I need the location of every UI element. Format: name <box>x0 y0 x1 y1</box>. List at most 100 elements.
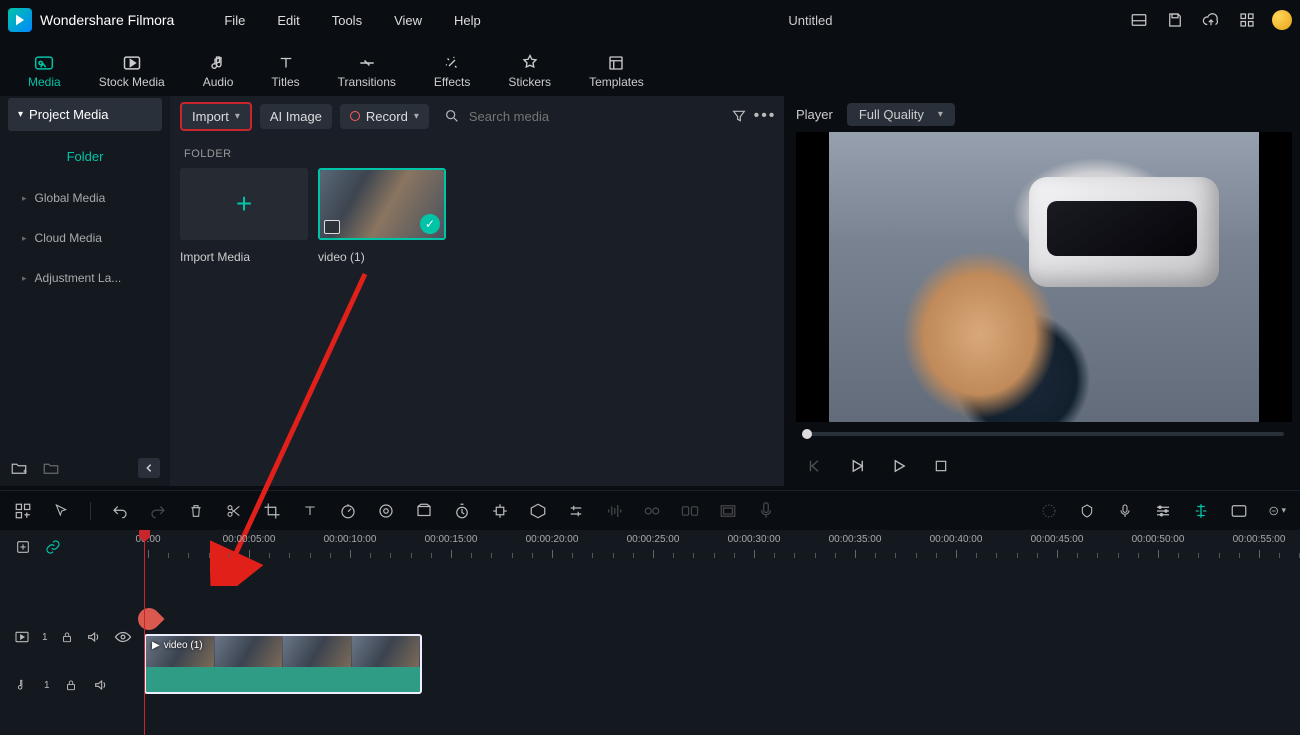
undo-icon[interactable] <box>111 502 129 520</box>
quality-label: Full Quality <box>859 107 924 122</box>
mic-icon[interactable] <box>1116 502 1134 520</box>
tab-media[interactable]: Media <box>28 48 61 89</box>
timeline-clip[interactable]: ▶video (1) <box>144 634 422 694</box>
import-media-tile[interactable]: + Import Media <box>180 168 308 264</box>
play-icon[interactable] <box>848 457 866 475</box>
menu-edit[interactable]: Edit <box>265 9 311 32</box>
ruler-label: 00:00:10:00 <box>324 534 377 545</box>
preview-panel: Player Full Quality ▾ <box>784 96 1300 486</box>
video-track-icon <box>14 628 30 646</box>
tab-audio[interactable]: Audio <box>203 48 234 89</box>
media-content: Import ▾ AI Image Record ▾ ••• FO <box>170 96 784 486</box>
tab-label: Audio <box>203 75 234 89</box>
sidebar-folder[interactable]: Folder <box>0 137 170 178</box>
mute-icon[interactable] <box>92 676 110 694</box>
tab-titles[interactable]: Titles <box>271 48 299 89</box>
sidebar-item-label: Global Media <box>35 191 106 205</box>
mixer-icon[interactable] <box>1154 502 1172 520</box>
audio-split-icon[interactable] <box>643 502 661 520</box>
crop-icon[interactable] <box>263 502 281 520</box>
media-item-video1[interactable]: ✓ video (1) <box>318 168 446 264</box>
group-icon[interactable] <box>681 502 699 520</box>
tab-label: Stock Media <box>99 75 165 89</box>
tab-stickers[interactable]: Stickers <box>508 48 551 89</box>
frame-icon[interactable] <box>1230 502 1248 520</box>
chevron-down-icon: ▾ <box>938 109 943 120</box>
filter-icon[interactable] <box>730 107 748 125</box>
auto-ripple-icon[interactable] <box>1040 502 1058 520</box>
scrub-bar[interactable] <box>796 422 1292 446</box>
menu-view[interactable]: View <box>382 9 434 32</box>
time-ruler[interactable]: 00:0000:00:05:0000:00:10:0000:00:15:0000… <box>140 530 1300 564</box>
speed-icon[interactable] <box>339 502 357 520</box>
collapse-sidebar-icon[interactable] <box>138 458 160 478</box>
audio-track-header[interactable]: 1 <box>0 668 140 702</box>
scrub-knob[interactable] <box>802 429 812 439</box>
prev-frame-icon[interactable] <box>806 457 824 475</box>
caret-right-icon: ▸ <box>22 193 27 204</box>
add-icon[interactable] <box>14 538 32 556</box>
lock-icon[interactable] <box>62 676 80 694</box>
layout-icon[interactable] <box>1128 9 1150 31</box>
timer-icon[interactable] <box>453 502 471 520</box>
track-motion-icon[interactable] <box>491 502 509 520</box>
sidebar-item-global[interactable]: ▸ Global Media <box>8 180 162 216</box>
quality-select[interactable]: Full Quality ▾ <box>847 103 955 126</box>
audio-eq-icon[interactable] <box>605 502 623 520</box>
lock-icon[interactable] <box>60 628 74 646</box>
preview-viewport[interactable] <box>796 132 1292 422</box>
user-avatar[interactable] <box>1272 10 1292 30</box>
search-icon <box>443 107 461 125</box>
marker-icon[interactable] <box>1078 502 1096 520</box>
sidebar-item-adjustment[interactable]: ▸Adjustment La... <box>8 260 162 296</box>
keyframe-icon[interactable] <box>415 502 433 520</box>
menu-tools[interactable]: Tools <box>320 9 374 32</box>
link-icon[interactable] <box>44 538 62 556</box>
split-icon[interactable] <box>225 502 243 520</box>
mask-icon[interactable] <box>529 502 547 520</box>
import-button[interactable]: Import ▾ <box>180 102 252 131</box>
text-icon[interactable] <box>301 502 319 520</box>
menu-help[interactable]: Help <box>442 9 493 32</box>
ruler-label: 00:00:35:00 <box>829 534 882 545</box>
delete-icon[interactable] <box>187 502 205 520</box>
add-track-icon[interactable] <box>14 502 32 520</box>
redo-icon[interactable] <box>149 502 167 520</box>
cloud-upload-icon[interactable] <box>1200 9 1222 31</box>
tab-templates[interactable]: Templates <box>589 48 644 89</box>
play2-icon[interactable] <box>890 457 908 475</box>
video-track-header[interactable]: 1 <box>0 606 140 668</box>
stop-icon[interactable] <box>932 457 950 475</box>
tab-stock-media[interactable]: Stock Media <box>99 48 165 89</box>
sidebar-header[interactable]: ▾ Project Media <box>8 98 162 131</box>
snap-icon[interactable] <box>1192 502 1210 520</box>
voiceover-icon[interactable] <box>757 502 775 520</box>
menubar: Wondershare Filmora File Edit Tools View… <box>0 0 1300 40</box>
apps-icon[interactable] <box>1236 9 1258 31</box>
tab-transitions[interactable]: Transitions <box>338 48 396 89</box>
menu-file[interactable]: File <box>212 9 257 32</box>
media-sidebar: ▾ Project Media Folder ▸ Global Media ▸Cl… <box>0 96 170 486</box>
track-headers: 1 1 <box>0 530 140 735</box>
mute-icon[interactable] <box>86 628 102 646</box>
folder-icon[interactable] <box>42 459 60 477</box>
pointer-icon[interactable] <box>52 502 70 520</box>
ruler-label: 00:00:40:00 <box>930 534 983 545</box>
more-icon[interactable]: ••• <box>756 107 774 125</box>
render-icon[interactable] <box>719 502 737 520</box>
record-button[interactable]: Record ▾ <box>340 104 429 129</box>
ai-image-button[interactable]: AI Image <box>260 104 332 129</box>
sidebar-item-cloud[interactable]: ▸Cloud Media <box>8 220 162 256</box>
adjust-icon[interactable] <box>567 502 585 520</box>
caret-right-icon: ▸ <box>22 233 27 244</box>
ruler-label: 00:00:55:00 <box>1233 534 1286 545</box>
timeline-tracks[interactable]: 00:0000:00:05:0000:00:10:0000:00:15:0000… <box>140 530 1300 735</box>
tab-effects[interactable]: Effects <box>434 48 470 89</box>
playhead[interactable] <box>144 530 145 735</box>
eye-icon[interactable] <box>114 628 132 646</box>
new-folder-icon[interactable] <box>10 459 28 477</box>
zoom-out-icon[interactable]: ▾ <box>1268 502 1286 520</box>
color-icon[interactable] <box>377 502 395 520</box>
search-input[interactable] <box>469 109 619 124</box>
save-icon[interactable] <box>1164 9 1186 31</box>
